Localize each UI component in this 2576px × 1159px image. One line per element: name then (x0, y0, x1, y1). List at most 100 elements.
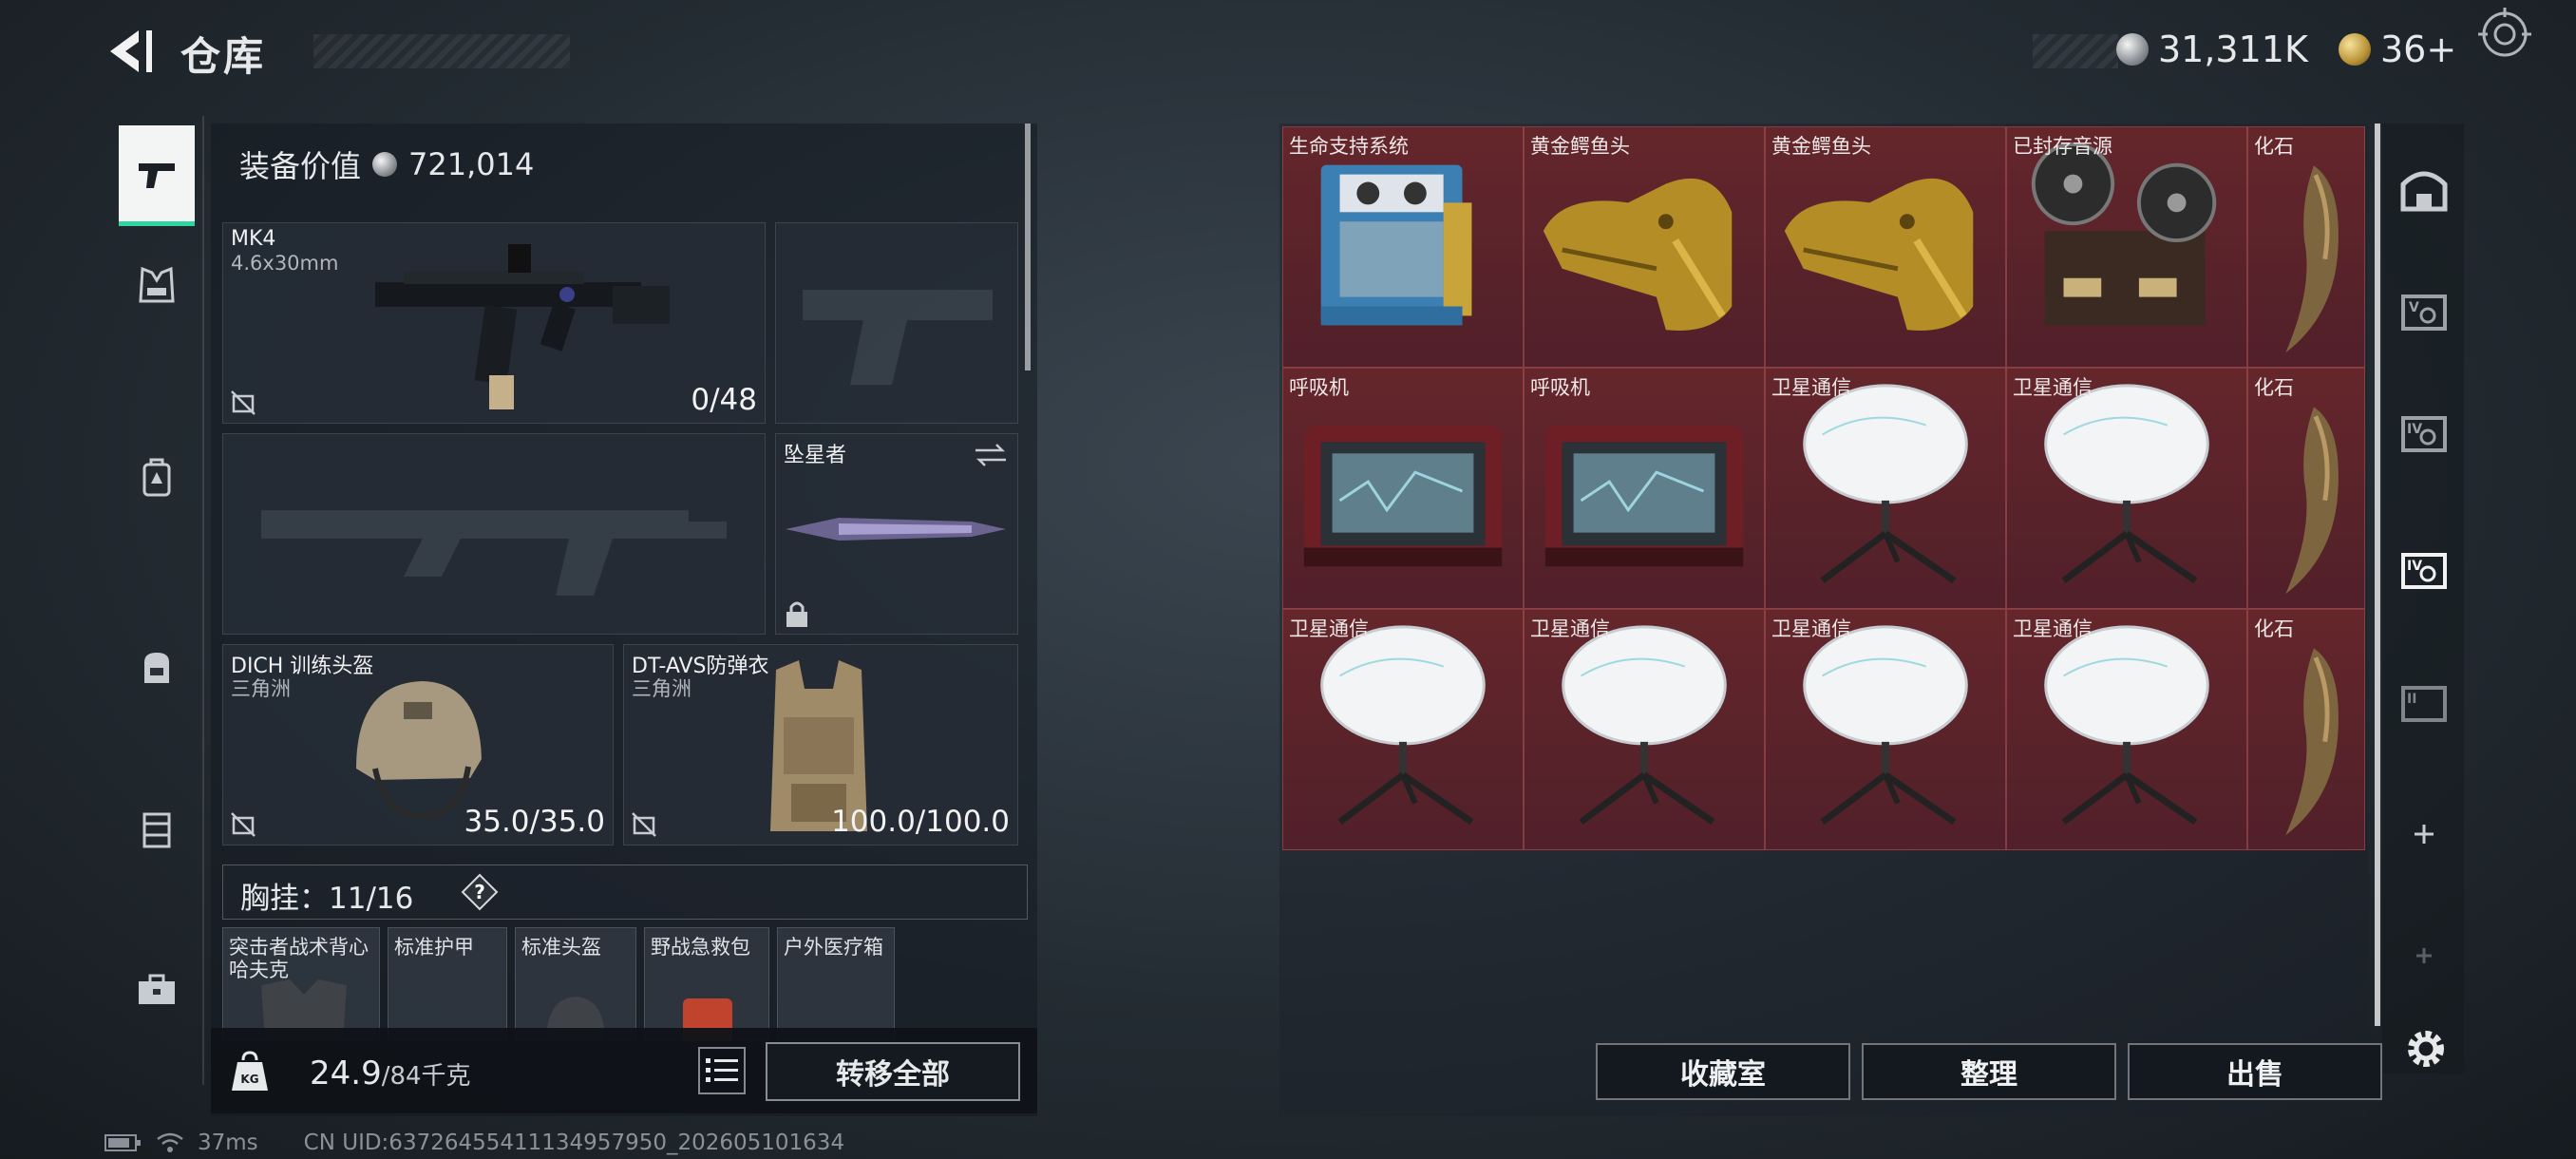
stash-item-ventilator[interactable]: 呼吸机 (1282, 368, 1524, 609)
stash-item-label: 黄金鳄鱼头 (1771, 135, 1871, 158)
helmet-slot[interactable]: DICH 训练头盔 三角洲 35.0/35.0 (222, 644, 614, 846)
stash-item-fossil-claw[interactable]: 化石 (2247, 609, 2365, 850)
scope-icon[interactable] (2474, 6, 2535, 66)
chest-item-slot[interactable]: 户外医疗箱 (777, 927, 895, 1041)
golden-crocodile-head-icon (1525, 127, 1764, 367)
stash-tier-iv-active-icon[interactable]: IV (2396, 542, 2453, 598)
stash-tier-ii-icon[interactable]: II (2396, 674, 2453, 732)
equip-value-label: 装备价值 (239, 148, 362, 184)
life-support-system-icon (1283, 127, 1523, 367)
nav-bag[interactable] (119, 629, 195, 705)
gold-amount: 36+ (2380, 28, 2457, 70)
nav-container[interactable] (119, 790, 195, 866)
back-arrow-icon[interactable] (104, 27, 161, 76)
pistol-icon (139, 162, 175, 188)
wifi-icon (157, 1132, 183, 1152)
backpack-icon (142, 458, 171, 497)
stash-item-fossil-claw[interactable]: 化石 (2247, 368, 2365, 609)
fossil-claw-icon (2248, 610, 2364, 849)
stash-item-satellite-dish[interactable]: 卫星通信 (1765, 609, 2006, 850)
nav-armor[interactable] (119, 247, 195, 323)
add-tab-disabled-icon[interactable] (2396, 927, 2453, 984)
chest-rig-bar[interactable]: 胸挂：11/16 ? (222, 864, 1028, 920)
silver-coin-icon (2116, 33, 2149, 66)
weight-icon: KG (232, 1051, 268, 1091)
svg-text:KG: KG (240, 1073, 258, 1086)
silver-currency[interactable]: 31,311K (2116, 28, 2308, 70)
golden-crocodile-head-icon (1766, 127, 2005, 367)
no-drop-icon (231, 812, 256, 837)
ventilator-icon (1283, 369, 1523, 608)
ammo-count: 0/48 (691, 383, 757, 417)
swap-icon[interactable] (974, 442, 1008, 468)
stash-item-satellite-dish[interactable]: 卫星通信 (2006, 609, 2247, 850)
ventilator-icon (1525, 369, 1764, 608)
helmet-durability: 35.0/35.0 (464, 805, 606, 839)
status-bar: 37ms CN UID:6372645541113495795​0_202605… (104, 1129, 844, 1157)
stash-tier-iv-icon[interactable]: IV (2396, 405, 2453, 462)
add-tab-icon[interactable] (2396, 806, 2453, 863)
all-stash-tab-icon[interactable] (2396, 162, 2453, 218)
stash-item-fossil-claw[interactable]: 化石 (2247, 126, 2365, 368)
nav-toolbox[interactable] (119, 952, 195, 1028)
chest-item-slot[interactable]: 标准护甲 (388, 927, 507, 1041)
stash-tabs: V IV IV II (2382, 124, 2464, 1074)
helmet-icon (356, 681, 482, 820)
loadout-panel: 装备价值 721,014 MK4 4.6x30mm 0/48 坠星者 DICH … (211, 124, 1037, 1116)
transfer-all-button[interactable]: 转移全部 (766, 1042, 1020, 1101)
stash-grid: 生命支持系统 黄金鳄鱼头 黄金鳄鱼头 已封存音源 化石 呼吸机 呼吸机 卫星通信 卫星通信 化石卫… (1282, 126, 2365, 850)
stash-item-life-support-system[interactable]: 生命支持系统 (1282, 126, 1524, 368)
stash-item-golden-crocodile-head[interactable]: 黄金鳄鱼头 (1524, 126, 1765, 368)
fossil-claw-icon (2248, 127, 2364, 367)
chest-item-slot[interactable]: 标准头盔 (515, 927, 636, 1041)
stash-item-satellite-dish[interactable]: 卫星通信 (2006, 368, 2247, 609)
carry-weight: 24.9/84千克 (310, 1054, 471, 1092)
nav-weapon[interactable] (119, 125, 195, 226)
list-view-button[interactable] (698, 1047, 746, 1094)
settings-gear-icon[interactable] (2399, 1022, 2453, 1075)
stash-item-golden-crocodile-head[interactable]: 黄金鳄鱼头 (1765, 126, 2006, 368)
gold-currency[interactable]: 36+ (2339, 28, 2456, 70)
stash-item-label: 已封存音源 (2013, 135, 2112, 158)
rifle-icon (375, 244, 670, 409)
svg-text:V: V (2409, 300, 2419, 315)
armor-slot[interactable]: DT-AVS防弹衣 三角洲 100.0/100.0 (623, 644, 1018, 846)
currency-decoration (2033, 34, 2118, 68)
no-drop-icon (231, 390, 256, 415)
help-icon[interactable]: ? (461, 873, 499, 911)
melee-slot[interactable]: 坠星者 (775, 433, 1018, 635)
fossil-claw-icon (2248, 369, 2364, 608)
lock-icon (786, 601, 807, 627)
chest-item-slot[interactable]: 突击者战术背心 哈夫克 (222, 927, 380, 1041)
stash-tier-v-icon[interactable]: V (2396, 283, 2453, 340)
ping-value: 37ms (198, 1130, 258, 1155)
loadout-scrollbar[interactable] (1025, 124, 1031, 370)
sidearm-slot-empty[interactable] (775, 222, 1018, 424)
melee-name: 坠星者 (784, 444, 847, 467)
stash-item-reel-to-reel-recorder[interactable]: 已封存音源 (2006, 126, 2247, 368)
stash-item-label: 化石 (2254, 618, 2294, 640)
weapon-name: MK4 (231, 227, 276, 251)
stash-item-label: 呼吸机 (1289, 376, 1349, 399)
reel-to-reel-recorder-icon (2007, 127, 2246, 367)
stash-scrollbar[interactable] (2375, 124, 2380, 1026)
weapon-caliber: 4.6x30mm (231, 252, 339, 275)
satellite-dish-icon (1766, 610, 2005, 849)
stash-item-satellite-dish[interactable]: 卫星通信 (1524, 609, 1765, 850)
sort-button[interactable]: 整理 (1862, 1043, 2116, 1100)
armor-durability: 100.0/100.0 (831, 805, 1010, 839)
sell-button[interactable]: 出售 (2128, 1043, 2382, 1100)
toolbox-icon (139, 974, 175, 1004)
stash-item-satellite-dish[interactable]: 卫星通信 (1282, 609, 1524, 850)
collection-room-button[interactable]: 收藏室 (1596, 1043, 1850, 1100)
armor-vest-icon (139, 266, 175, 303)
stash-item-label: 卫星通信 (1530, 618, 1610, 640)
stash-item-ventilator[interactable]: 呼吸机 (1524, 368, 1765, 609)
stash-item-label: 化石 (2254, 376, 2294, 399)
chest-item-slot[interactable]: 野战急救包 (644, 927, 769, 1041)
nav-backpack[interactable] (119, 439, 195, 515)
secondary-weapon-slot-empty[interactable] (222, 433, 766, 635)
stash-item-satellite-dish[interactable]: 卫星通信 (1765, 368, 2006, 609)
knife-icon (786, 518, 1006, 541)
primary-weapon-slot[interactable]: MK4 4.6x30mm 0/48 (222, 222, 766, 424)
